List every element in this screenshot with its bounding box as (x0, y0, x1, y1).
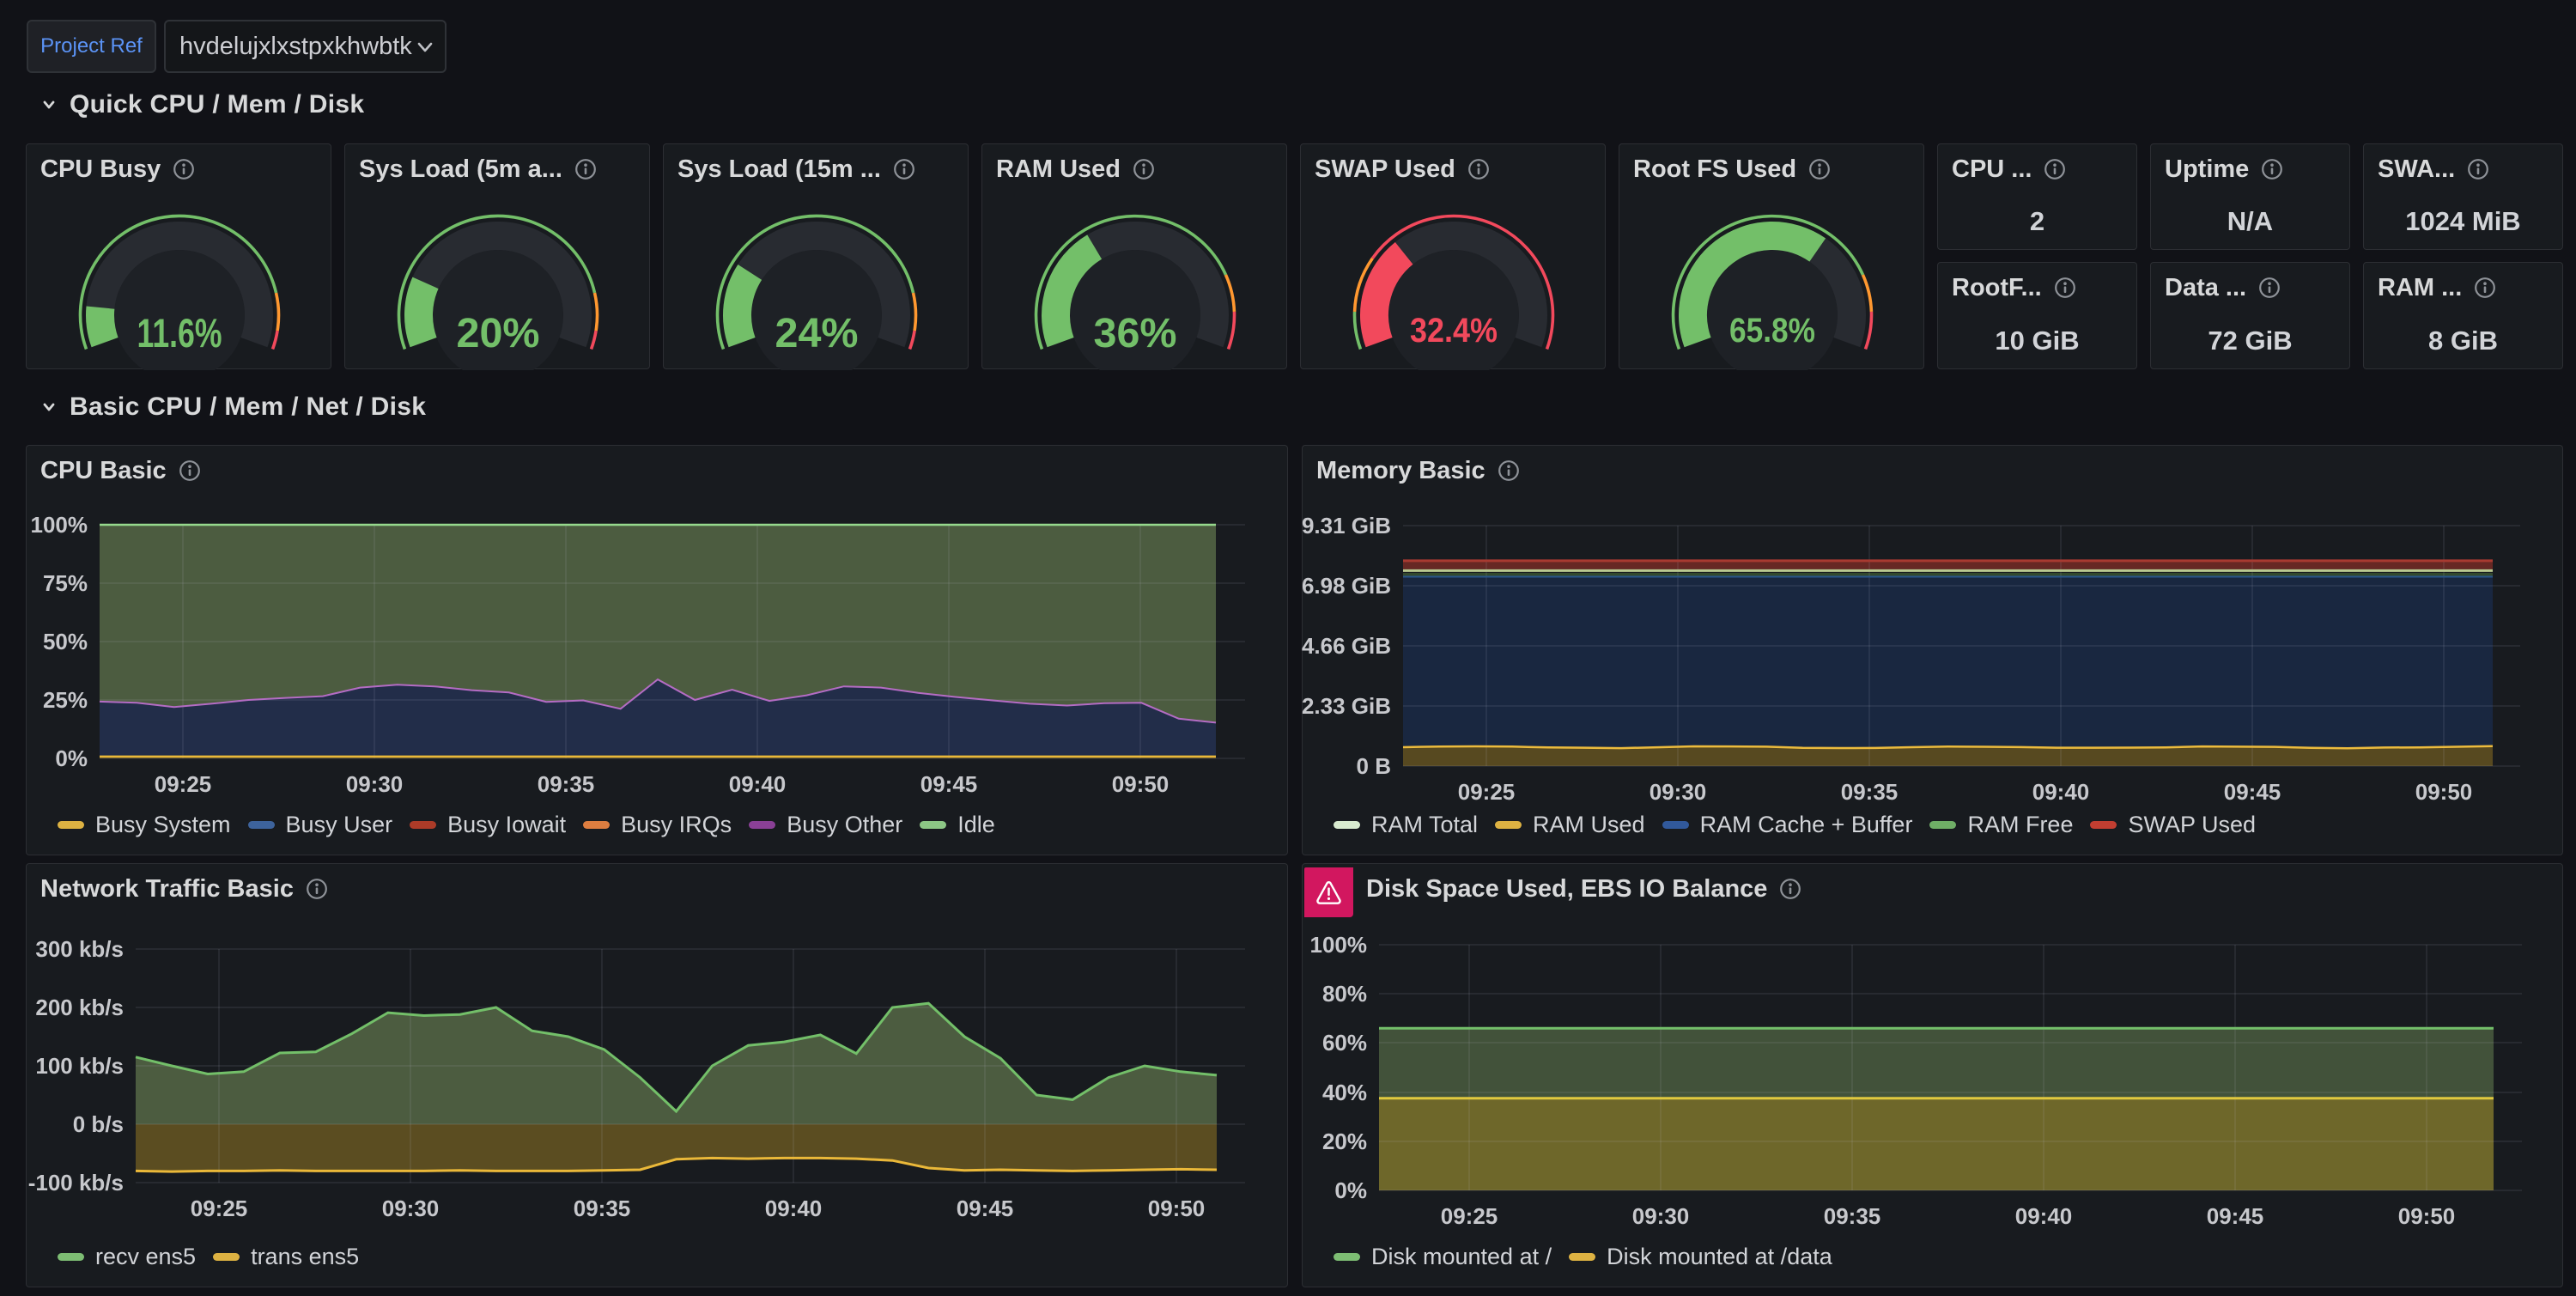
svg-text:36%: 36% (1094, 311, 1177, 356)
svg-text:11.6%: 11.6% (137, 310, 222, 356)
svg-text:65.8%: 65.8% (1729, 312, 1815, 350)
svg-text:20%: 20% (457, 311, 540, 356)
svg-text:32.4%: 32.4% (1410, 312, 1498, 350)
svg-text:24%: 24% (775, 311, 859, 356)
